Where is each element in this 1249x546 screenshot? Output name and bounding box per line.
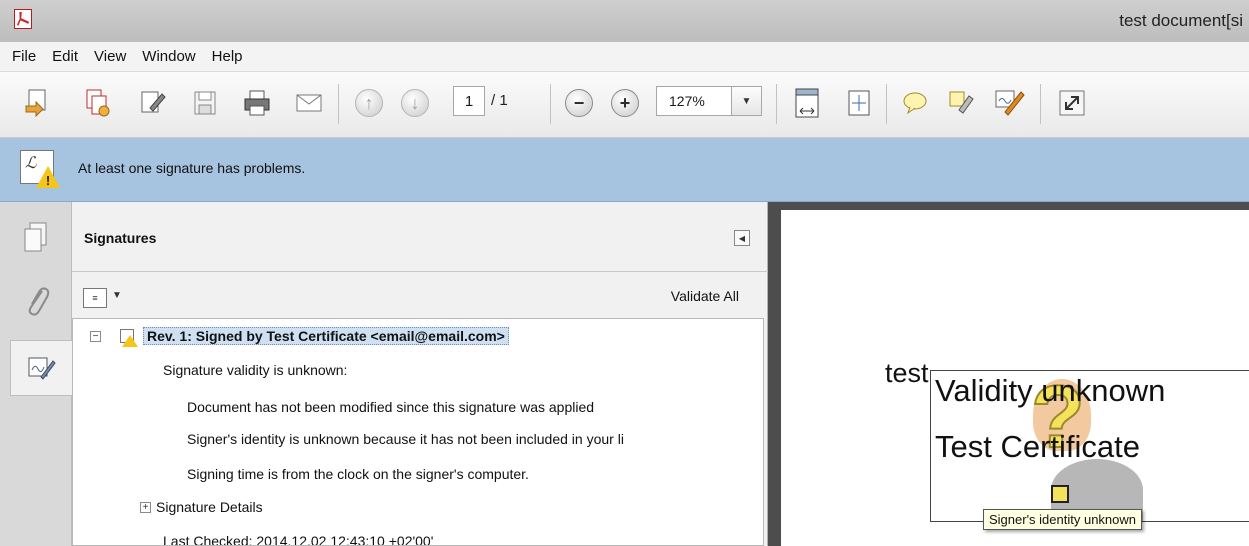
signing-time-text: Signing time is from the clock on the si… <box>187 466 529 482</box>
print-icon[interactable] <box>240 86 274 120</box>
identity-status-text: Signer's identity is unknown because it … <box>187 431 624 447</box>
signature-pen-icon <box>28 357 56 380</box>
signatures-tab[interactable] <box>10 340 73 396</box>
fit-page-icon[interactable] <box>790 86 824 120</box>
menu-bar: File Edit View Window Help <box>0 42 1249 72</box>
paperclip-icon <box>28 287 50 316</box>
modification-status-text: Document has not been modified since thi… <box>187 399 595 415</box>
collapse-panel-button[interactable]: ◀ <box>734 230 750 246</box>
zoom-out-icon: − <box>565 89 593 117</box>
sign-icon[interactable] <box>992 86 1026 120</box>
signature-notification-bar: ℒ ! At least one signature has problems. <box>0 138 1249 202</box>
zoom-out-button[interactable]: − <box>562 86 596 120</box>
page-number-input[interactable]: 1 <box>453 86 485 116</box>
navigation-pane <box>0 202 73 546</box>
notification-message: At least one signature has problems. <box>78 160 306 176</box>
zoom-dropdown-button[interactable]: ▼ <box>732 86 762 116</box>
menu-window[interactable]: Window <box>134 48 203 65</box>
pages-tab[interactable] <box>10 210 62 266</box>
document-body-text: test <box>885 358 929 388</box>
list-options-icon: ≡ <box>92 293 98 303</box>
menu-file[interactable]: File <box>4 48 44 65</box>
signatures-panel-header: Signatures ◀ <box>72 202 768 272</box>
highlight-icon[interactable] <box>944 86 978 120</box>
page-total: / 1 <box>491 92 508 109</box>
menu-help[interactable]: Help <box>204 48 251 65</box>
create-pdf-icon[interactable] <box>20 86 54 120</box>
chevron-down-icon: ▼ <box>741 95 752 107</box>
toolbar-separator <box>886 84 887 124</box>
menu-view[interactable]: View <box>86 48 134 65</box>
chevron-left-icon: ◀ <box>738 233 746 243</box>
window-title: test document[si <box>1119 11 1243 30</box>
panel-title: Signatures <box>84 230 157 246</box>
zoom-input[interactable]: 127% <box>656 86 732 116</box>
toolbar-separator <box>776 84 777 124</box>
toolbar: ↑ ↓ − + <box>0 72 1249 138</box>
zoom-in-icon: + <box>611 89 639 117</box>
question-mark-dot-icon <box>1051 485 1069 503</box>
signature-validity-text: Signature validity is unknown: <box>163 362 348 378</box>
combine-files-icon[interactable] <box>80 86 114 120</box>
next-page-button[interactable]: ↓ <box>398 86 432 120</box>
zoom-in-button[interactable]: + <box>608 86 642 120</box>
menu-edit[interactable]: Edit <box>44 48 86 65</box>
toolbar-separator <box>1040 84 1041 124</box>
next-page-icon: ↓ <box>401 89 429 117</box>
edit-icon[interactable] <box>135 86 169 120</box>
toolbar-separator <box>550 84 551 124</box>
fit-width-icon[interactable] <box>842 86 876 120</box>
comment-icon[interactable] <box>898 86 932 120</box>
fullscreen-icon[interactable] <box>1055 86 1089 120</box>
revision-label: Rev. 1: Signed by Test Certificate <emai… <box>143 327 509 345</box>
collapse-toggle-icon[interactable]: − <box>90 331 101 342</box>
previous-page-button[interactable]: ↑ <box>352 86 386 120</box>
options-dropdown-icon[interactable]: ▼ <box>112 290 122 301</box>
signature-tree: − Rev. 1: Signed by Test Certificate <em… <box>72 318 764 546</box>
previous-page-icon: ↑ <box>355 89 383 117</box>
signature-field[interactable]: ? Validity unknown Test Certificate <box>930 370 1249 522</box>
attachments-tab[interactable] <box>10 272 62 328</box>
signatures-panel: Signatures ◀ ≡ ▼ Validate All − Rev. 1: … <box>72 202 768 546</box>
options-menu-button[interactable]: ≡ <box>83 288 107 308</box>
pages-icon <box>24 222 47 252</box>
signer-name-label: Test Certificate <box>935 429 1141 464</box>
signer-tooltip: Signer's identity unknown <box>983 509 1143 530</box>
expand-toggle-icon[interactable]: + <box>140 502 151 513</box>
document-view: test ? Validity unknown Test Certificate… <box>768 202 1249 546</box>
signature-warning-icon <box>118 329 138 347</box>
signature-validity-label: Validity unknown <box>935 373 1166 408</box>
document-page: test ? Validity unknown Test Certificate… <box>781 210 1249 546</box>
validate-all-button[interactable]: Validate All <box>671 288 739 304</box>
save-icon[interactable] <box>188 86 222 120</box>
title-bar: test document[si <box>0 0 1249 42</box>
email-icon[interactable] <box>292 86 326 120</box>
last-checked-text: Last Checked: 2014.12.02 12:43:10 +02'00… <box>163 533 434 546</box>
acrobat-icon <box>14 9 32 29</box>
signature-revision-item[interactable]: Rev. 1: Signed by Test Certificate <emai… <box>143 327 509 345</box>
toolbar-separator <box>338 84 339 124</box>
signature-details-item[interactable]: Signature Details <box>156 499 263 515</box>
